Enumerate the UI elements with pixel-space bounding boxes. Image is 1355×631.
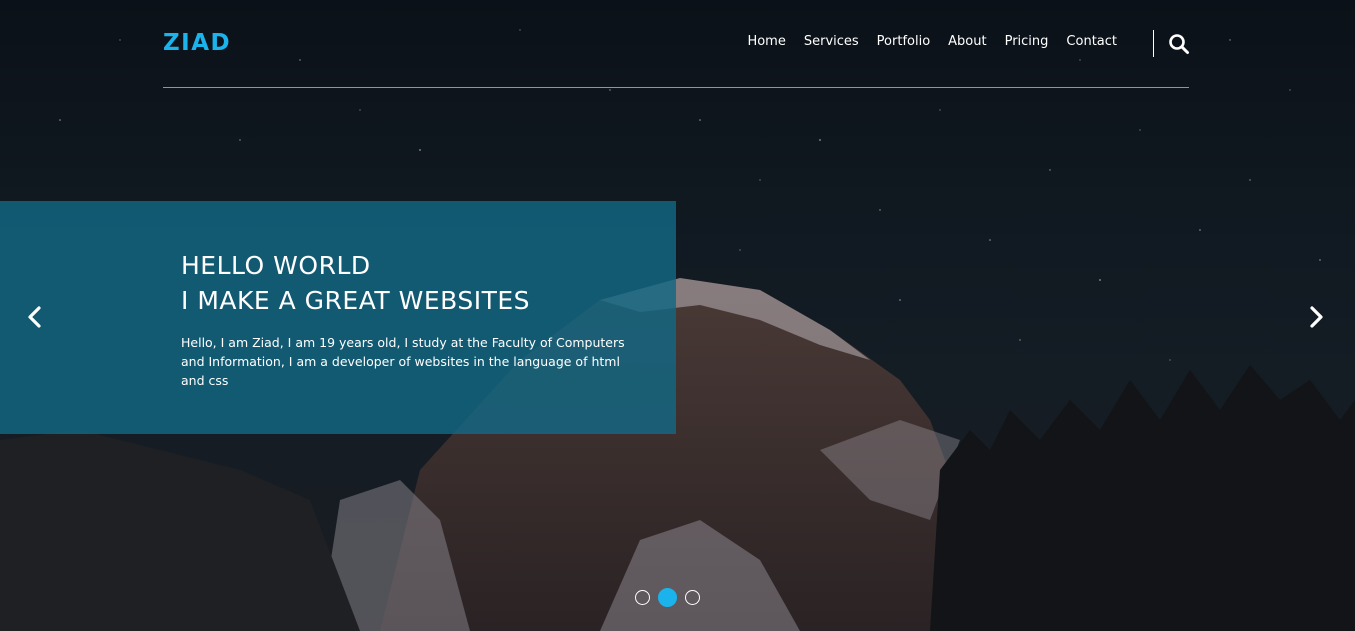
hero-section: ZIAD Home Services Portfolio About Prici… [0,0,1355,631]
slider-prev-button[interactable] [20,302,50,332]
search-icon[interactable] [1168,33,1190,55]
hero-title-line1: HELLO WORLD [181,251,371,280]
hero-description: Hello, I am Ziad, I am 19 years old, I s… [181,335,625,388]
main-nav: Home Services Portfolio About Pricing Co… [747,34,1117,49]
slider-indicators [635,588,700,607]
nav-item-portfolio[interactable]: Portfolio [877,34,930,49]
nav-item-home[interactable]: Home [747,34,785,49]
chevron-left-icon [28,306,41,328]
site-header: ZIAD Home Services Portfolio About Prici… [163,0,1189,88]
chevron-right-icon [1310,306,1323,328]
hero-title-line2: I MAKE A GREAT WEBSITES [181,286,530,315]
nav-item-about[interactable]: About [948,34,986,49]
slider-next-button[interactable] [1301,302,1331,332]
slider-dot-1[interactable] [635,590,650,605]
slider-dot-3[interactable] [685,590,700,605]
slider-dot-2[interactable] [658,588,677,607]
nav-item-services[interactable]: Services [804,34,859,49]
logo[interactable]: ZIAD [163,30,231,56]
nav-item-pricing[interactable]: Pricing [1005,34,1049,49]
nav-item-contact[interactable]: Contact [1066,34,1117,49]
hero-title: HELLO WORLD I MAKE A GREAT WEBSITES [181,248,530,318]
nav-divider [1153,30,1154,57]
